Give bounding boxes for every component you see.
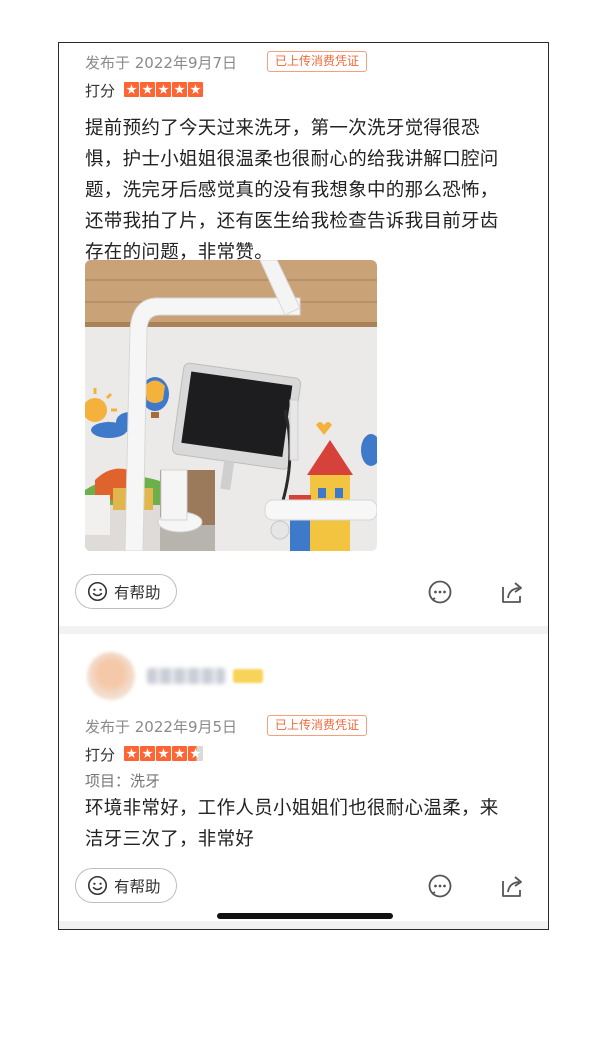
review-list: 发布于 2022年9月7日 已上传消费凭证 打分 提前预约了今天过来洗牙，第一次… xyxy=(58,42,549,930)
verified-badge: 已上传消费凭证 xyxy=(267,51,368,72)
half-star-icon xyxy=(188,746,203,761)
review-line: 惧，护士小姐姐很温柔也很耐心的给我讲解口腔问 xyxy=(85,149,499,170)
review-line: 题，洗完牙后感觉真的没有我想象中的那么恐怖， xyxy=(85,180,499,201)
helpful-label: 有帮助 xyxy=(114,877,161,896)
star-icon xyxy=(156,746,171,761)
home-indicator[interactable] xyxy=(217,913,393,919)
review-photo[interactable] xyxy=(85,260,377,551)
review-line: 洁牙三次了，非常好 xyxy=(85,829,255,850)
star-rating xyxy=(124,82,203,97)
review-line: 提前预约了今天过来洗牙，第一次洗牙觉得很恐 xyxy=(85,118,480,139)
divider xyxy=(59,921,548,929)
review-line: 还带我拍了片，还有医生给我检查告诉我目前牙齿 xyxy=(85,211,499,232)
comment-icon[interactable] xyxy=(427,579,453,605)
score-label: 打分 xyxy=(85,746,116,764)
star-icon xyxy=(172,746,187,761)
star-icon xyxy=(124,82,139,97)
helpful-button[interactable]: 有帮助 xyxy=(75,868,177,903)
dental-clinic-photo xyxy=(85,260,377,551)
review-line: 环境非常好，工作人员小姐姐们也很耐心温柔，来 xyxy=(85,798,499,819)
star-icon xyxy=(172,82,187,97)
helpful-button[interactable]: 有帮助 xyxy=(75,574,177,609)
review-date: 发布于 2022年9月7日 xyxy=(85,54,238,72)
username-blurred xyxy=(147,668,225,684)
smile-icon xyxy=(87,875,108,896)
review-text: 提前预约了今天过来洗牙，第一次洗牙觉得很恐 惧，护士小姐姐很温柔也很耐心的给我讲… xyxy=(85,113,535,268)
star-icon xyxy=(124,746,139,761)
verified-badge: 已上传消费凭证 xyxy=(267,715,368,736)
star-icon xyxy=(188,82,203,97)
review-date: 发布于 2022年9月5日 xyxy=(85,718,238,736)
review-text: 环境非常好，工作人员小姐姐们也很耐心温柔，来 洁牙三次了，非常好 xyxy=(85,793,535,855)
star-icon xyxy=(140,746,155,761)
share-icon[interactable] xyxy=(499,579,525,605)
avatar[interactable] xyxy=(87,652,135,700)
project-label: 项目：洗牙 xyxy=(85,772,161,790)
star-icon xyxy=(156,82,171,97)
star-icon xyxy=(140,82,155,97)
comment-icon[interactable] xyxy=(427,873,453,899)
member-badge xyxy=(233,669,263,683)
share-icon[interactable] xyxy=(499,873,525,899)
helpful-label: 有帮助 xyxy=(114,583,161,602)
star-rating xyxy=(124,746,203,761)
divider xyxy=(59,626,548,634)
smile-icon xyxy=(87,581,108,602)
score-label: 打分 xyxy=(85,82,116,100)
